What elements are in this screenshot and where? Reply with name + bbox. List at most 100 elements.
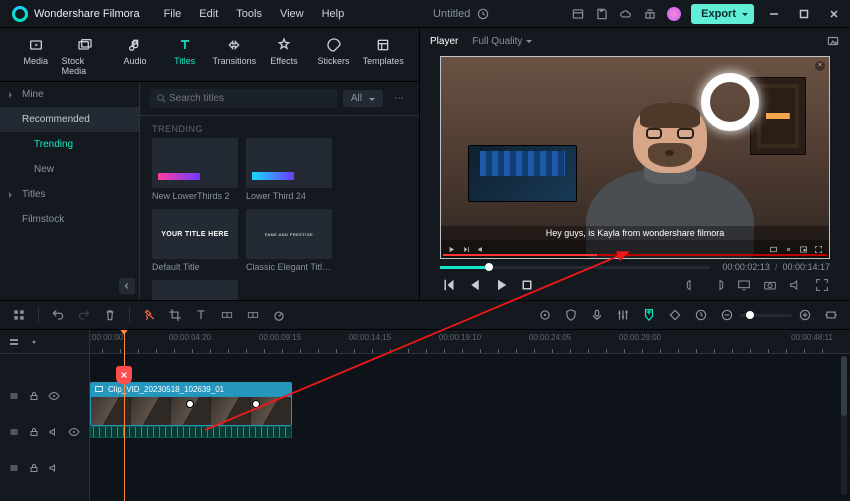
clip-handle[interactable] — [252, 400, 260, 408]
tab-transitions[interactable]: Transitions — [211, 34, 259, 81]
track-options-icon[interactable] — [8, 426, 20, 438]
project-title[interactable]: Untitled — [433, 8, 470, 20]
zoom-slider[interactable] — [740, 314, 792, 317]
title-card[interactable]: GOLDEN YEARS — [152, 280, 238, 300]
layout-icon[interactable] — [571, 7, 585, 21]
mini-next-icon[interactable] — [462, 245, 471, 254]
track-toggle-icon[interactable] — [8, 336, 20, 348]
delete-icon[interactable] — [103, 308, 117, 322]
mute-icon[interactable] — [48, 426, 60, 438]
title-card[interactable]: YOUR TITLE HEREDefault Title — [152, 209, 238, 272]
export-button[interactable]: Export — [691, 4, 754, 24]
quality-dropdown[interactable]: Full Quality — [472, 36, 532, 47]
player-tab[interactable]: Player — [430, 36, 458, 47]
menu-tools[interactable]: Tools — [228, 4, 270, 24]
keyframe-icon[interactable] — [668, 308, 682, 322]
mini-fullscreen-icon[interactable] — [814, 245, 823, 254]
sidebar-collapse-button[interactable] — [119, 278, 135, 294]
eye-icon[interactable] — [68, 426, 80, 438]
zoom-in-icon[interactable] — [798, 308, 812, 322]
snapshot-icon[interactable] — [826, 34, 840, 48]
sidebar-item-filmstock[interactable]: Filmstock — [0, 207, 139, 232]
tool-grid-icon[interactable] — [12, 308, 26, 322]
cloud-icon[interactable] — [619, 7, 633, 21]
clip-header[interactable]: Clip_VID_20230518_102639_01 — [90, 382, 292, 396]
menu-edit[interactable]: Edit — [191, 4, 226, 24]
player-stop-button[interactable] — [518, 276, 536, 294]
search-input[interactable] — [150, 89, 337, 108]
undo-icon[interactable] — [51, 308, 65, 322]
player-back-button[interactable] — [466, 276, 484, 294]
mic-icon[interactable] — [590, 308, 604, 322]
player-prev-button[interactable] — [440, 276, 458, 294]
player-play-button[interactable] — [492, 276, 510, 294]
split-icon[interactable] — [142, 308, 156, 322]
tab-templates[interactable]: Templates — [359, 34, 407, 81]
camera-icon[interactable] — [762, 277, 778, 293]
history-icon[interactable] — [476, 7, 490, 21]
crop-icon[interactable] — [168, 308, 182, 322]
save-icon[interactable] — [595, 7, 609, 21]
tab-titles[interactable]: Titles — [161, 34, 209, 81]
color-icon[interactable] — [538, 308, 552, 322]
close-button[interactable] — [824, 4, 844, 24]
eye-icon[interactable] — [48, 390, 60, 402]
track-options-icon[interactable] — [8, 390, 20, 402]
redo-icon[interactable] — [77, 308, 91, 322]
tab-media[interactable]: Media — [12, 34, 60, 81]
mute-icon[interactable] — [48, 462, 60, 474]
speed-icon[interactable] — [272, 308, 286, 322]
preview-viewport[interactable]: × Hey guys, is Kayla from wondershare fi… — [440, 56, 830, 259]
keyframes-in-icon[interactable] — [220, 308, 234, 322]
tab-stock-media[interactable]: Stock Media — [62, 34, 110, 81]
mini-pip-icon[interactable] — [799, 245, 808, 254]
title-card[interactable]: FAME AND PRESTIGEClassic Elegant Title P… — [246, 209, 332, 272]
sidebar-item-new[interactable]: New — [0, 157, 139, 182]
search-field[interactable] — [167, 92, 331, 105]
sidebar-item-trending[interactable]: Trending — [0, 132, 139, 157]
markout-icon[interactable] — [710, 277, 726, 293]
track-options-icon[interactable] — [8, 462, 20, 474]
expand-icon[interactable] — [814, 277, 830, 293]
mini-play-icon[interactable] — [447, 245, 456, 254]
tab-audio[interactable]: Audio — [111, 34, 159, 81]
zoom-fit-icon[interactable] — [824, 308, 838, 322]
title-card[interactable]: New LowerThirds 2 — [152, 138, 238, 201]
markin-icon[interactable] — [684, 277, 700, 293]
timeline-lane[interactable] — [90, 454, 850, 482]
maximize-button[interactable] — [794, 4, 814, 24]
sidebar-item-titles[interactable]: Titles — [0, 182, 139, 207]
sidebar-item-mine[interactable]: Mine — [0, 82, 139, 107]
shield-icon[interactable] — [564, 308, 578, 322]
minimize-button[interactable] — [764, 4, 784, 24]
lock-icon[interactable] — [28, 426, 40, 438]
mini-gear-icon[interactable] — [784, 245, 793, 254]
timeline-lane[interactable] — [90, 354, 850, 382]
render-icon[interactable] — [694, 308, 708, 322]
clip-audio[interactable] — [90, 426, 292, 438]
filter-all-dropdown[interactable]: All — [343, 90, 383, 107]
mini-cc-icon[interactable] — [769, 245, 778, 254]
player-seek-track[interactable] — [440, 266, 710, 269]
timeline-ruler[interactable]: 00:00:00:00 00:00:04:20 00:00:09:15 00:0… — [90, 330, 850, 354]
avatar[interactable] — [667, 7, 681, 21]
mini-volume-icon[interactable] — [477, 245, 486, 254]
tab-stickers[interactable]: Stickers — [310, 34, 358, 81]
menu-help[interactable]: Help — [314, 4, 353, 24]
zoom-out-icon[interactable] — [720, 308, 734, 322]
lock-icon[interactable] — [28, 390, 40, 402]
track-link-icon[interactable] — [28, 336, 40, 348]
keyframes-out-icon[interactable] — [246, 308, 260, 322]
lock-icon[interactable] — [28, 462, 40, 474]
menu-file[interactable]: File — [156, 4, 190, 24]
sidebar-item-recommended[interactable]: Recommended — [0, 107, 139, 132]
title-card[interactable]: Lower Third 24 — [246, 138, 332, 201]
preview-close-icon[interactable]: × — [815, 61, 825, 71]
volume-icon[interactable] — [788, 277, 804, 293]
marker-add-icon[interactable] — [642, 308, 656, 322]
preview-internal-progress[interactable] — [443, 254, 827, 256]
clip-handle[interactable] — [186, 400, 194, 408]
mixer-icon[interactable] — [616, 308, 630, 322]
text-tool-icon[interactable] — [194, 308, 208, 322]
gift-icon[interactable] — [643, 7, 657, 21]
